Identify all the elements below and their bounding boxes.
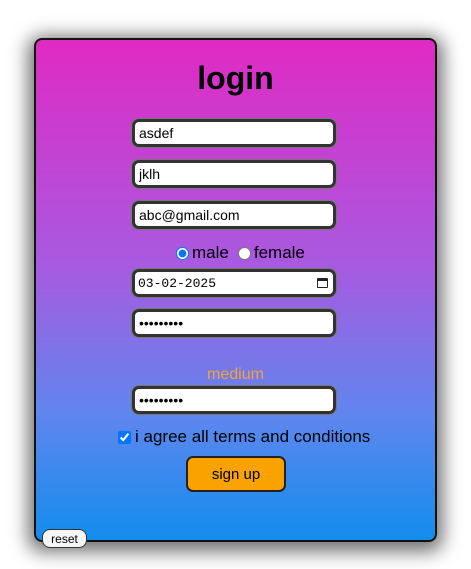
gender-male-radio[interactable] — [176, 246, 189, 260]
password-input[interactable] — [132, 309, 336, 337]
sign-up-button[interactable]: sign up — [186, 456, 286, 492]
password-strength-text: medium — [207, 366, 264, 383]
gender-male-label: male — [192, 243, 229, 262]
gender-female-label: female — [253, 243, 305, 262]
date-value: 03-02-2025 — [138, 276, 217, 291]
terms-label: i agree all terms and conditions — [135, 427, 371, 446]
confirm-password-input[interactable] — [132, 386, 336, 414]
date-input[interactable]: 03-02-2025 — [132, 269, 336, 297]
reset-button[interactable]: reset — [42, 529, 87, 548]
page: login male female 03-02-2025 medium i ag… — [0, 0, 471, 569]
signup-form-card: login male female 03-02-2025 medium i ag… — [34, 38, 437, 542]
gender-radio-group: male female — [176, 243, 314, 263]
gender-female-radio[interactable] — [237, 246, 251, 260]
email-input[interactable] — [132, 201, 336, 229]
first-name-input[interactable] — [132, 119, 336, 147]
last-name-input[interactable] — [132, 160, 336, 188]
form-title: login — [197, 60, 274, 96]
terms-agreement: i agree all terms and conditions — [118, 427, 370, 447]
calendar-icon[interactable] — [317, 278, 328, 288]
terms-checkbox[interactable] — [118, 430, 131, 444]
